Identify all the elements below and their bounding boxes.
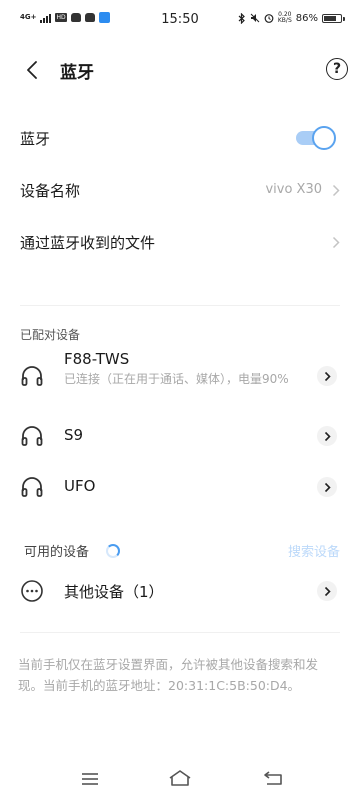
paired-device-row[interactable]: F88-TWS 已连接（正在用于通话、媒体），电量90% [0,346,360,408]
divider [20,305,340,306]
other-devices-button[interactable] [317,581,337,601]
alarm-icon [264,14,274,23]
device-name-value: vivo X30 [265,182,322,197]
battery-percent: 86% [295,12,318,24]
device-name: S9 [64,426,84,444]
system-navigation-bar [0,760,360,800]
headphones-icon [21,477,43,497]
page-title: 蓝牙 [60,63,94,83]
chevron-right-icon [324,371,331,381]
network-speed: 0.20 KB/S [277,11,292,24]
chevron-right-icon [332,184,340,197]
menu-icon[interactable] [80,772,100,786]
back-nav-icon[interactable] [263,770,285,786]
other-devices-label: 其他设备（1） [64,583,164,601]
device-status: 已连接（正在用于通话、媒体），电量90% [64,372,289,386]
headphones-icon [21,366,43,386]
bluetooth-label: 蓝牙 [20,130,51,148]
paired-device-row[interactable]: UFO [0,467,360,507]
device-details-button[interactable] [317,477,337,497]
chevron-right-icon [324,482,331,492]
chevron-right-icon [332,236,340,249]
chevron-right-icon [324,431,331,441]
bluetooth-switch[interactable] [294,126,336,150]
switch-knob [312,126,336,150]
device-name: F88-TWS [64,350,130,368]
bluetooth-visibility-note: 当前手机仅在蓝牙设置界面，允许被其他设备搜索和发现。当前手机的蓝牙地址：20:3… [18,657,319,693]
bluetooth-icon [238,12,245,24]
headphones-icon [21,426,43,446]
status-bar: 4G+ HD 15:50 0.20 KB/S 86% [0,0,360,40]
available-devices-heading: 可用的设备 [24,545,90,560]
device-details-button[interactable] [317,366,337,386]
received-files-row[interactable]: 通过蓝牙收到的文件 [0,222,360,262]
loading-spinner-icon [106,544,120,558]
device-details-button[interactable] [317,426,337,446]
home-icon[interactable] [168,769,192,787]
paired-devices-heading: 已配对设备 [20,328,81,342]
device-name-row[interactable]: 设备名称 vivo X30 [0,170,360,210]
status-right-icons: 0.20 KB/S 86% [238,11,345,24]
battery-icon [322,13,345,23]
divider [20,632,340,633]
help-button[interactable]: ? [326,58,348,80]
paired-device-row[interactable]: S9 [0,416,360,456]
mute-icon [250,13,260,23]
question-icon: ? [332,61,342,77]
more-dots-icon [21,580,43,602]
other-devices-row[interactable]: 其他设备（1） [0,571,360,611]
device-name-label: 设备名称 [20,182,81,200]
back-arrow-icon [27,61,37,79]
back-button[interactable] [18,56,46,84]
device-name: UFO [64,477,96,495]
search-devices-button[interactable]: 搜索设备 [288,541,340,560]
received-files-label: 通过蓝牙收到的文件 [20,234,156,252]
chevron-right-icon [324,586,331,596]
